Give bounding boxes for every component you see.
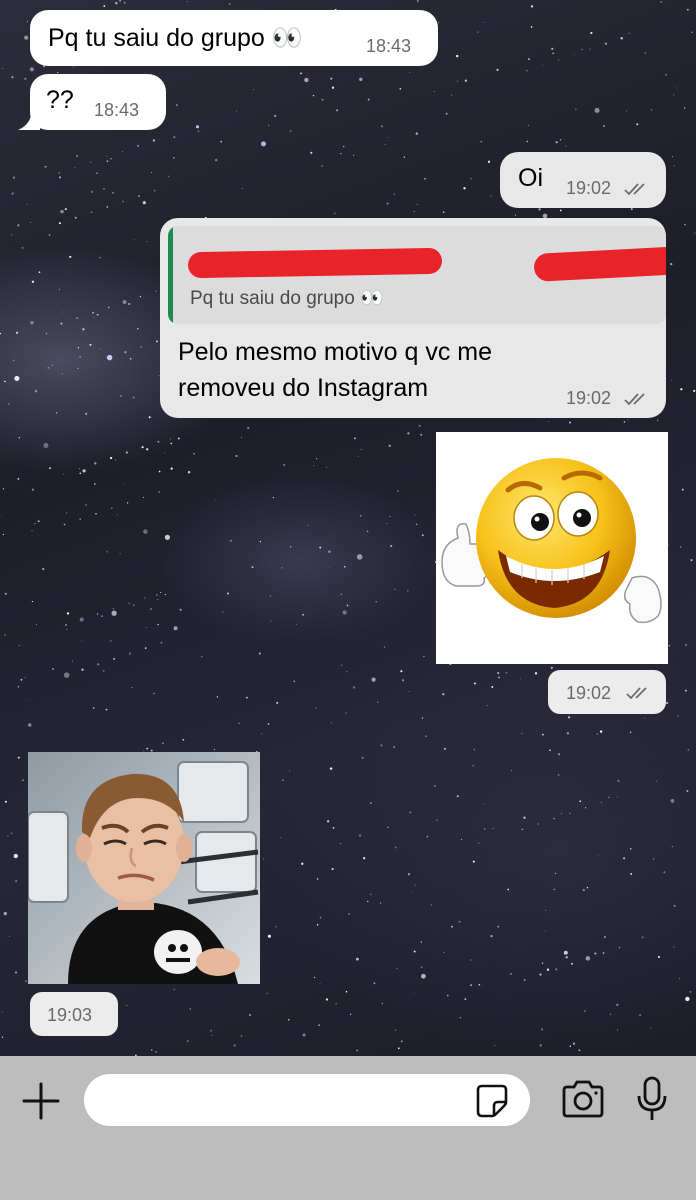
message-bubble-outgoing[interactable]: Oi 19:02 [500,152,666,208]
plus-icon[interactable] [22,1082,60,1120]
message-text: Oi [518,164,543,192]
quoted-message[interactable]: Pq tu saiu do grupo 👀 [168,226,666,324]
message-bubble-reply[interactable]: Pq tu saiu do grupo 👀 Pelo mesmo motivo … [160,218,666,418]
read-receipt-icon [626,687,647,700]
redacted-scribble [533,246,666,282]
message-bubble-incoming[interactable]: ?? 18:43 [30,74,166,130]
message-text-line-2: removeu do Instagram [178,374,429,402]
message-time: 18:43 [94,100,140,120]
message-bubble-incoming[interactable]: Pq tu saiu do grupo 👀 18:43 [30,10,438,66]
message-time: 19:02 [566,388,612,408]
bubble-tail [18,108,40,130]
boy-photo-sticker[interactable] [28,752,260,984]
message-text: Pq tu saiu do grupo 👀 [48,24,303,52]
read-receipt-icon [624,183,645,196]
microphone-icon[interactable] [634,1076,670,1122]
read-receipt-icon [624,393,645,406]
camera-icon[interactable] [560,1080,606,1118]
quote-accent-bar [168,226,173,324]
message-time: 19:03 [47,1005,93,1025]
redacted-name-scribble [187,247,443,279]
message-text-line-1: Pelo mesmo motivo q vc me [178,338,492,366]
squinting-boy-icon [28,752,260,984]
sticker-timestamp: 19:03 [30,992,118,1036]
smiling-thumbs-up-icon [441,458,662,624]
message-text: ?? [46,86,74,114]
smiley-sticker[interactable] [436,432,668,664]
sticker-icon[interactable] [474,1082,510,1118]
quoted-text: Pq tu saiu do grupo 👀 [190,288,384,309]
message-time: 18:43 [366,36,412,56]
message-time: 19:02 [566,178,612,198]
sticker-timestamp: 19:02 [548,670,666,714]
message-time: 19:02 [566,683,612,703]
message-input[interactable] [84,1074,530,1126]
